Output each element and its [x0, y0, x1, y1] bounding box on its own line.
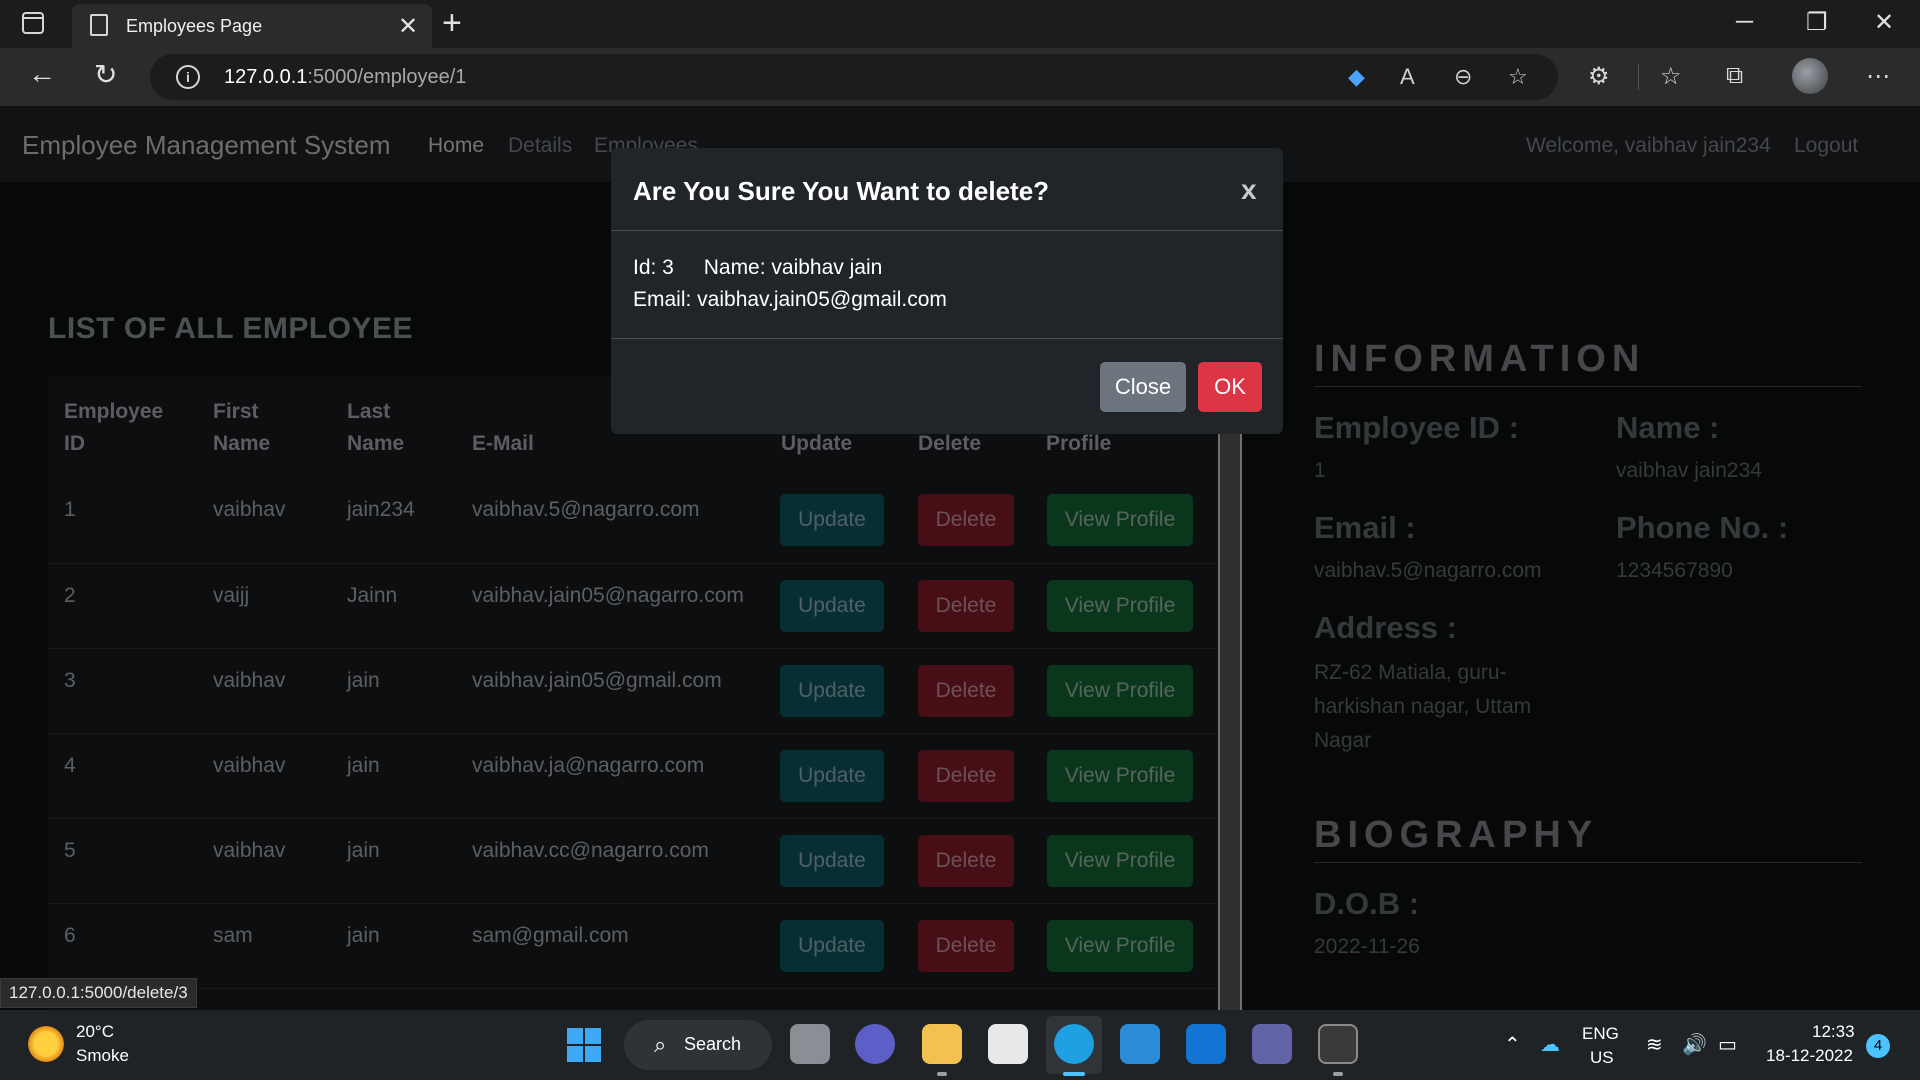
weather-description[interactable]: Smoke: [76, 1046, 129, 1066]
task-view-icon[interactable]: [790, 1024, 830, 1064]
volume-icon[interactable]: 🔊: [1682, 1032, 1707, 1057]
tab-title: Employees Page: [126, 16, 263, 36]
wifi-icon[interactable]: ≋: [1646, 1032, 1663, 1057]
edge-icon[interactable]: [1054, 1024, 1094, 1064]
vscode-icon[interactable]: [1120, 1024, 1160, 1064]
add-favorite-icon[interactable]: ☆: [1508, 64, 1528, 90]
language-indicator[interactable]: ENG: [1582, 1024, 1619, 1044]
ok-button[interactable]: OK: [1198, 362, 1262, 412]
file-explorer-icon[interactable]: [922, 1024, 962, 1064]
modal-header-divider: [611, 230, 1283, 231]
coupon-tag-icon[interactable]: ◆: [1348, 64, 1365, 90]
page-icon: [90, 14, 108, 36]
browser-tab[interactable]: Employees Page ✕: [72, 4, 432, 48]
url-text[interactable]: 127.0.0.1:5000/employee/1: [224, 66, 466, 89]
weather-temperature[interactable]: 20°C: [76, 1022, 114, 1042]
tab-actions-icon[interactable]: [22, 12, 44, 34]
status-link-preview: 127.0.0.1:5000/delete/3: [0, 978, 197, 1008]
profile-avatar-icon[interactable]: [1792, 58, 1828, 94]
browser-tab-bar: Employees Page ✕ + ─ ❐ ✕: [0, 0, 1920, 48]
region-indicator[interactable]: US: [1590, 1048, 1614, 1068]
collections-icon[interactable]: ⧉: [1726, 62, 1743, 90]
terminal-indicator: [1333, 1072, 1343, 1076]
taskbar-search[interactable]: ⌕ Search: [624, 1020, 772, 1070]
tab-close-icon[interactable]: ✕: [398, 12, 418, 41]
notification-badge[interactable]: 4: [1866, 1034, 1890, 1058]
terminal-icon[interactable]: [1318, 1024, 1358, 1064]
toolbar-separator: [1638, 64, 1639, 90]
delete-confirm-modal: Are You Sure You Want to delete? x Id: 3…: [611, 148, 1283, 434]
url-host: 127.0.0.1: [224, 66, 308, 88]
modal-footer-divider: [611, 338, 1283, 339]
modal-email: Email: vaibhav.jain05@gmail.com: [633, 288, 947, 311]
favorites-icon[interactable]: ☆: [1660, 62, 1682, 91]
store-icon[interactable]: [988, 1024, 1028, 1064]
taskbar: 20°C Smoke ⌕ Search ⌃ ☁ ENG US ≋ 🔊 ▭ 12:…: [0, 1010, 1920, 1080]
modal-employee-summary: Id: 3 Name: vaibhav jain: [633, 256, 882, 280]
chat-icon[interactable]: [855, 1024, 895, 1064]
modal-name: Name: vaibhav jain: [703, 256, 883, 279]
clock-time[interactable]: 12:33: [1812, 1022, 1855, 1042]
chevron-up-icon[interactable]: ⌃: [1504, 1032, 1521, 1057]
modal-title: Are You Sure You Want to delete?: [633, 176, 1050, 206]
refresh-icon[interactable]: ↻: [94, 58, 117, 91]
outlook-icon[interactable]: [1186, 1024, 1226, 1064]
address-bar[interactable]: i 127.0.0.1:5000/employee/1 ◆ A ⊖ ☆: [150, 54, 1558, 100]
weather-icon[interactable]: [28, 1026, 64, 1062]
window-close-icon[interactable]: ✕: [1874, 8, 1894, 37]
file-explorer-indicator: [937, 1072, 947, 1076]
clock-date[interactable]: 18-12-2022: [1766, 1046, 1853, 1066]
address-toolbar: ← ↻ i 127.0.0.1:5000/employee/1 ◆ A ⊖ ☆ …: [0, 48, 1920, 106]
search-label: Search: [684, 1034, 742, 1054]
start-icon[interactable]: [567, 1028, 601, 1062]
extensions-icon[interactable]: ⚙: [1588, 62, 1610, 91]
info-icon[interactable]: i: [176, 65, 200, 89]
teams-icon[interactable]: [1252, 1024, 1292, 1064]
modal-close-icon[interactable]: x: [1241, 174, 1257, 206]
zoom-out-icon[interactable]: ⊖: [1454, 64, 1472, 90]
onedrive-icon[interactable]: ☁: [1540, 1032, 1560, 1057]
edge-indicator: [1063, 1072, 1085, 1076]
modal-id: Id: 3: [633, 256, 674, 279]
url-path: :5000/employee/1: [307, 66, 467, 88]
new-tab-icon[interactable]: +: [442, 4, 462, 43]
close-button[interactable]: Close: [1100, 362, 1186, 412]
battery-icon[interactable]: ▭: [1718, 1032, 1737, 1057]
restore-icon[interactable]: ❐: [1806, 8, 1828, 37]
back-icon[interactable]: ←: [28, 58, 56, 90]
read-aloud-icon[interactable]: A: [1400, 64, 1415, 90]
search-icon: ⌕: [654, 1032, 667, 1057]
more-menu-icon[interactable]: ⋯: [1866, 62, 1890, 91]
minimize-icon[interactable]: ─: [1736, 8, 1753, 36]
